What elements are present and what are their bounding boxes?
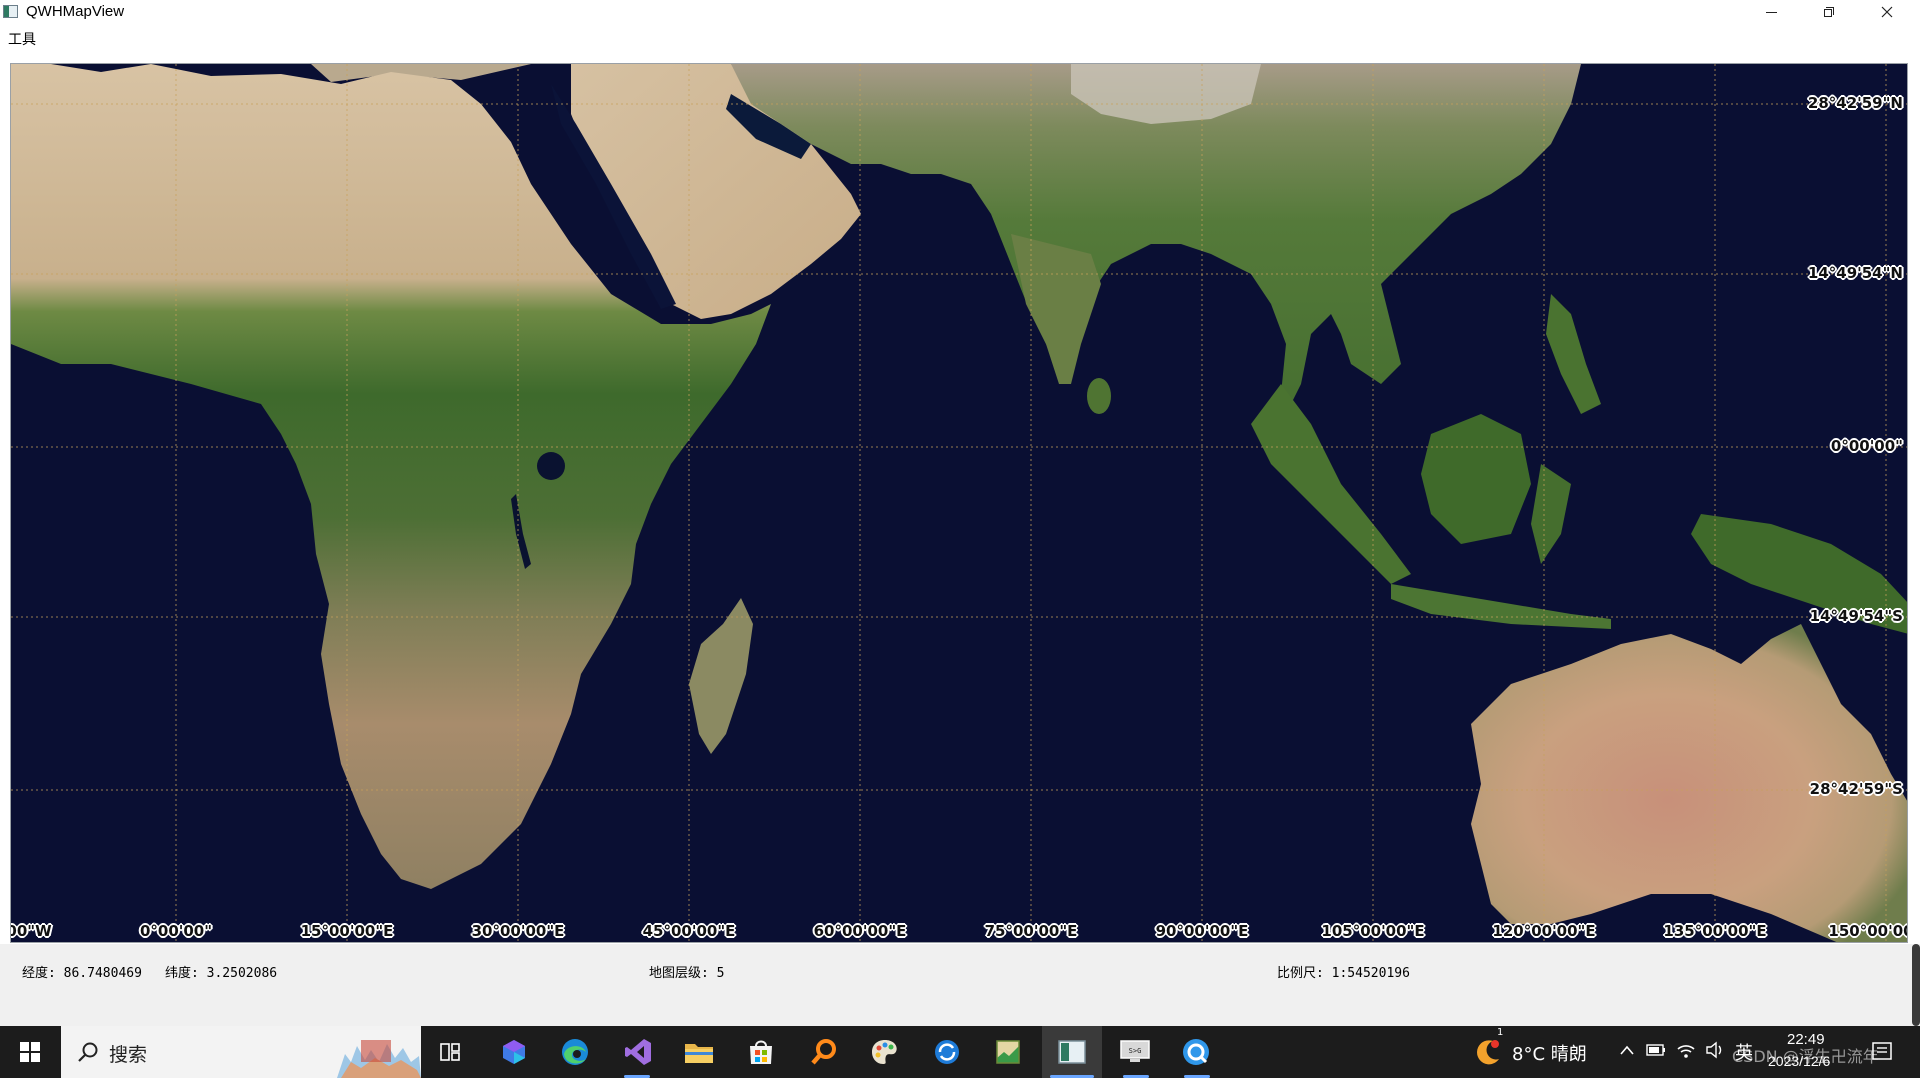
side-scrollbar[interactable] [1912,944,1920,1026]
volume-icon[interactable] [1705,1041,1725,1059]
weather-text[interactable]: 8°C 晴朗 [1512,1040,1587,1066]
chevron-up-icon[interactable] [1620,1045,1634,1055]
longitude-label: 120°00'00"E [1492,922,1596,940]
taskbar-search[interactable]: 搜索 [61,1026,421,1078]
close-button[interactable] [1858,0,1916,24]
minimize-button[interactable] [1742,0,1800,24]
qwhmapview-icon[interactable] [1054,1034,1090,1070]
longitude-label: 75°00'00"E [984,922,1078,940]
file-explorer-icon[interactable] [681,1034,717,1070]
longitude-label: 150°00'00 [1828,922,1908,940]
lake-victoria [537,452,565,480]
weather-badge: 1 [1497,1027,1504,1038]
taskbar: 搜索 S>G 1 8°C 晴朗 英 22:49 2023/12/6 [0,1026,1920,1078]
watermark: CSDN @浮生卍流年 [1732,1047,1879,1066]
close-icon [1881,6,1893,18]
title-bar: QWHMapView [0,0,1920,24]
restore-icon [1824,7,1834,17]
remote-desktop-icon[interactable]: S>G [1117,1034,1153,1070]
sync-icon[interactable] [929,1034,965,1070]
copilot-icon[interactable] [496,1034,532,1070]
app-icon [3,5,18,18]
restore-button[interactable] [1800,0,1858,24]
battery-icon[interactable] [1646,1043,1666,1057]
search-highlight-image [331,1032,421,1078]
latitude-readout: 纬度: 3.2502086 [165,966,278,981]
satellite-map[interactable] [11,64,1908,943]
paint-icon[interactable] [867,1034,903,1070]
latitude-label: 28°42'59"N [1807,94,1903,112]
search-tool-icon[interactable] [806,1034,842,1070]
longitude-label: 00"W [10,922,52,940]
longitude-readout: 经度: 86.7480469 [22,966,142,981]
map-level-readout: 地图层级: 5 [649,966,725,981]
sri-lanka [1087,378,1111,414]
longitude-label: 60°00'00"E [813,922,907,940]
qt-icon[interactable] [1178,1034,1214,1070]
edge-icon[interactable] [557,1034,593,1070]
longitude-label: 30°00'00"E [471,922,565,940]
status-bar: 经度: 86.7480469 纬度: 3.2502086 地图层级: 5 比例尺… [0,944,1920,1026]
latitude-label: 14°49'54"S [1809,607,1903,625]
task-view-icon[interactable] [432,1034,468,1070]
window-title: QWHMapView [26,3,125,20]
longitude-label: 45°00'00"E [642,922,736,940]
map-view[interactable]: 28°42'59"N 14°49'54"N 0°00'00" 14°49'54"… [10,63,1908,943]
menu-tools[interactable]: 工具 [8,29,36,49]
minimize-icon [1765,11,1777,13]
menu-bar: 工具 [0,24,1920,52]
search-label: 搜索 [109,1044,148,1066]
scale-readout: 比例尺: 1:54520196 [1277,966,1410,981]
weather-icon[interactable] [1470,1034,1506,1070]
visual-studio-icon[interactable] [620,1034,656,1070]
longitude-label: 105°00'00"E [1321,922,1425,940]
latitude-label: 28°42'59"S [1809,780,1903,798]
svg-text:S>G: S>G [1129,1047,1142,1055]
latitude-label: 0°00'00" [1830,437,1903,455]
start-button[interactable] [0,1026,60,1078]
longitude-label: 0°00'00" [139,922,213,940]
map-editor-icon[interactable] [990,1034,1026,1070]
microsoft-store-icon[interactable] [743,1034,779,1070]
search-icon [78,1042,98,1062]
longitude-label: 15°00'00"E [300,922,394,940]
latitude-label: 14°49'54"N [1807,264,1903,282]
longitude-label: 90°00'00"E [1155,922,1249,940]
windows-icon [20,1042,40,1062]
longitude-label: 135°00'00"E [1663,922,1767,940]
wifi-icon[interactable] [1676,1041,1696,1059]
